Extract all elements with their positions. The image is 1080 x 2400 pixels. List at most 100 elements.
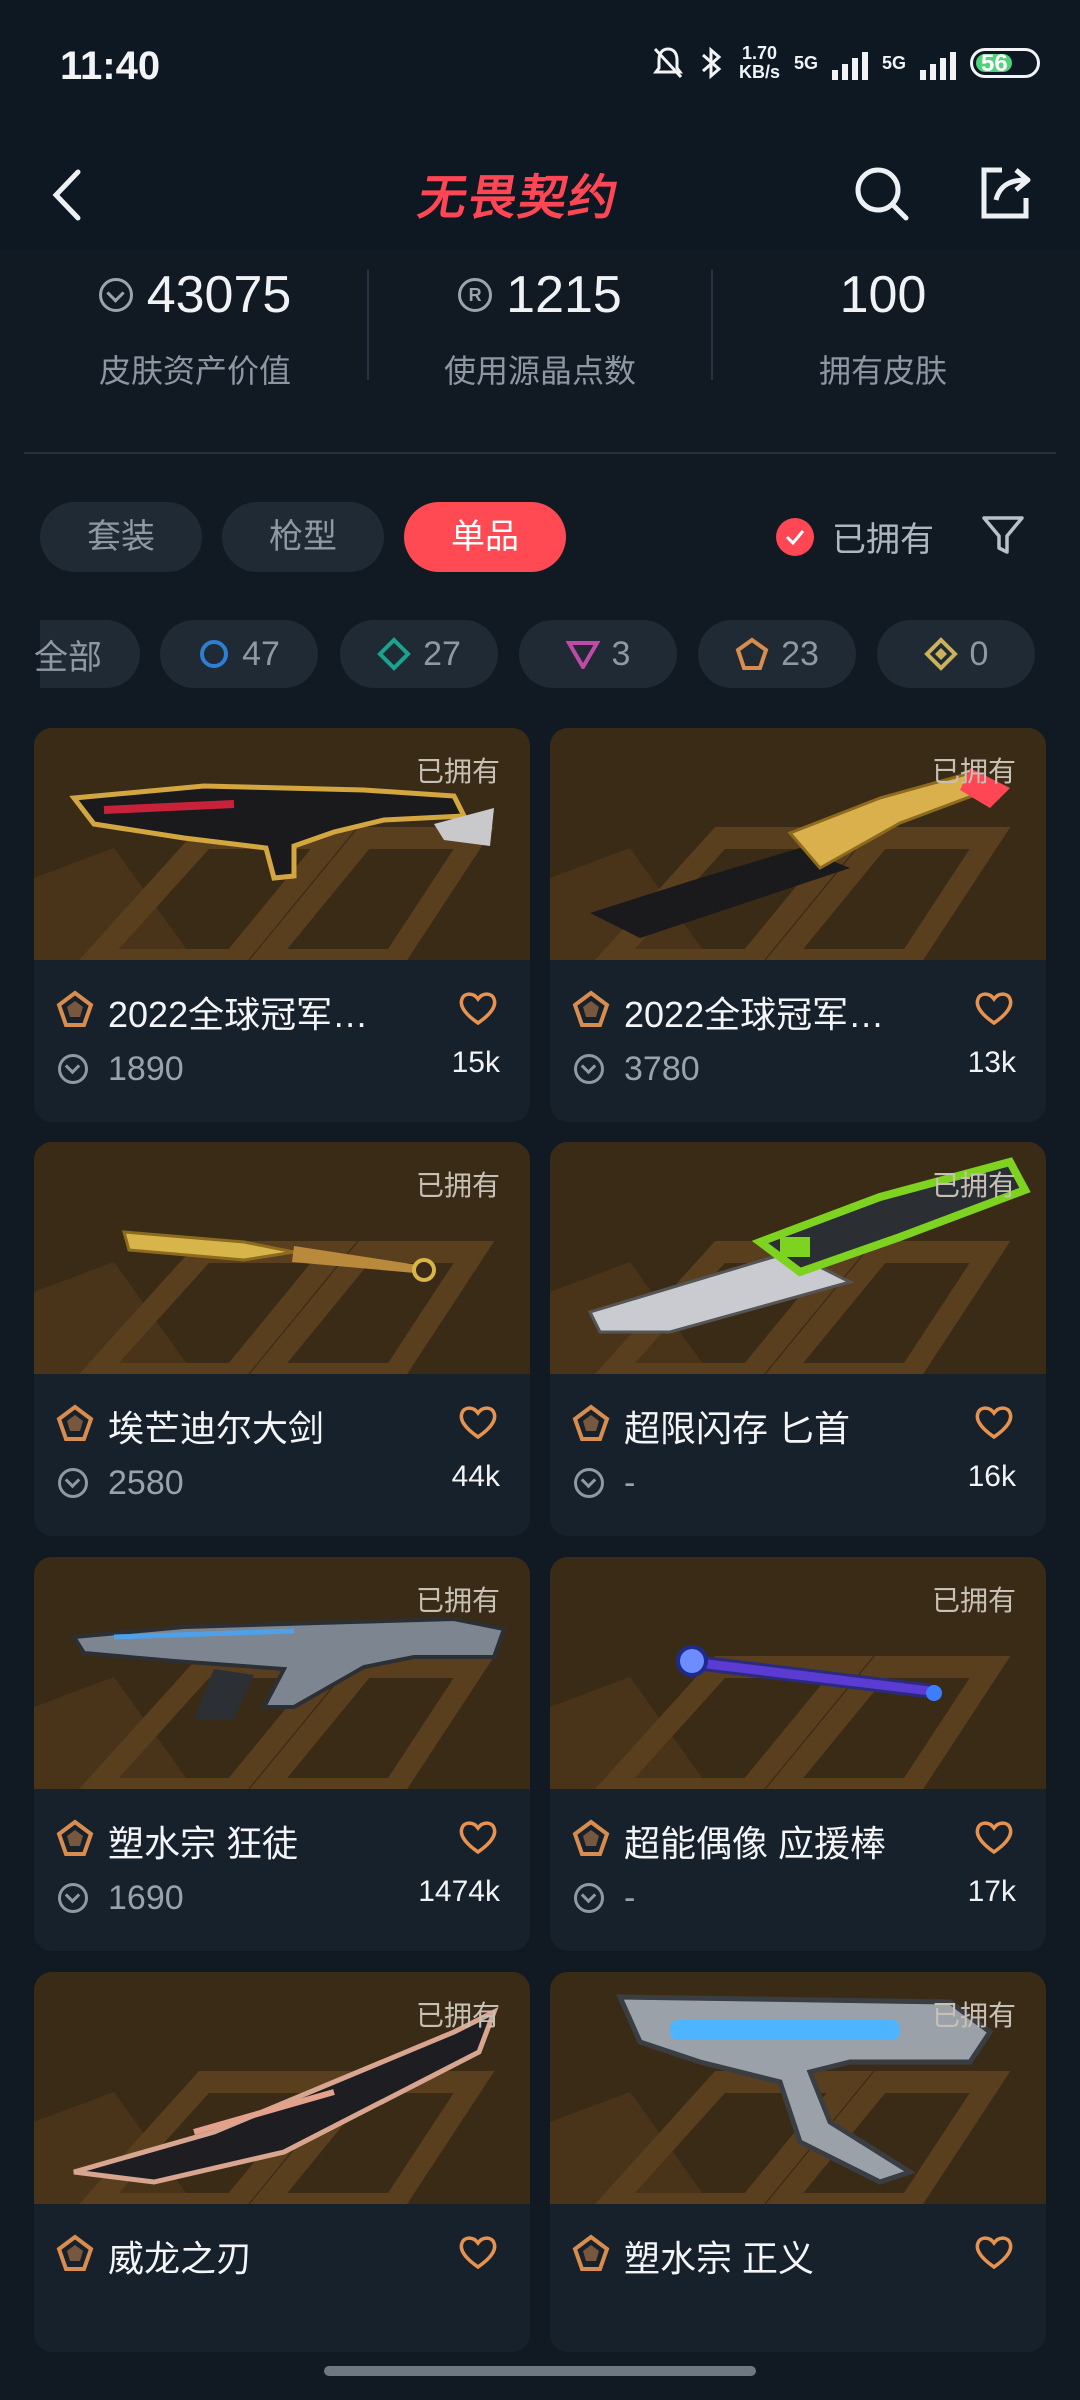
exclusive-tier-icon <box>56 1819 94 1856</box>
share-icon[interactable] <box>972 160 1038 226</box>
skin-name: 威龙之刃 <box>108 2238 253 2279</box>
stat-skin-value: 43075 皮肤资产价值 <box>98 266 292 389</box>
vp-icon <box>574 1883 604 1913</box>
status-icons: 1.70 KB/s 5G 5G 56 <box>651 44 1040 82</box>
skin-image[interactable]: 已拥有 <box>550 728 1046 960</box>
ultra-tier-icon <box>565 641 600 669</box>
skin-card[interactable]: 已拥有 塑水宗 正义 <box>550 1972 1046 2352</box>
skin-name: 塑水宗 正义 <box>624 2238 815 2279</box>
tier-chip-ultra[interactable]: 3 <box>519 620 677 688</box>
heart-icon[interactable] <box>974 1819 1014 1855</box>
like-count: 1474k <box>418 1875 500 1908</box>
skin-card[interactable]: 已拥有 威龙之刃 <box>34 1972 530 2352</box>
exclusive-tier-icon <box>572 2234 610 2271</box>
heart-icon[interactable] <box>458 2234 498 2270</box>
vp-icon <box>58 1054 88 1084</box>
premium-tier-icon <box>923 637 958 671</box>
owned-tag: 已拥有 <box>415 756 500 787</box>
owned-filter-toggle[interactable]: 已拥有 <box>776 512 934 561</box>
skin-price: 3780 <box>624 1050 700 1088</box>
owned-tag: 已拥有 <box>931 2000 1016 2031</box>
filter-icon[interactable] <box>980 512 1026 558</box>
stat-radianite-used: R 1215 使用源晶点数 <box>443 266 636 389</box>
signal-icon <box>831 46 868 80</box>
vp-icon <box>98 278 133 312</box>
skin-image[interactable]: 已拥有 <box>550 1142 1046 1374</box>
skin-price: - <box>624 1879 636 1917</box>
status-bar: 11:40 1.70 KB/s 5G 5G 56 <box>0 0 1080 140</box>
divider <box>24 452 1056 454</box>
search-icon[interactable] <box>850 162 914 226</box>
skin-name: 2022全球冠军… <box>108 994 369 1035</box>
vp-icon <box>574 1054 604 1084</box>
exclusive-tier-icon <box>572 990 610 1027</box>
exclusive-tier-icon <box>735 637 769 670</box>
skin-image[interactable]: 已拥有 <box>550 1972 1046 2204</box>
battery-icon: 56 <box>970 48 1040 78</box>
back-icon[interactable] <box>44 160 104 230</box>
tier-chip-deluxe[interactable]: 27 <box>340 620 498 688</box>
bluetooth-icon <box>701 46 722 80</box>
skin-name: 2022全球冠军… <box>624 994 885 1035</box>
skin-image[interactable]: 已拥有 <box>34 728 530 960</box>
tier-chip-all[interactable]: 全部 <box>34 620 140 688</box>
deluxe-tier-icon <box>377 637 411 671</box>
vp-icon <box>58 1468 88 1498</box>
like-count: 13k <box>967 1046 1016 1079</box>
skin-price: 1890 <box>108 1050 184 1088</box>
skin-card[interactable]: 已拥有 超能偶像 应援棒 - 17k <box>550 1557 1046 1951</box>
heart-icon[interactable] <box>458 1819 498 1855</box>
divider <box>367 270 369 380</box>
asset-stats: 43075 皮肤资产价值 R 1215 使用源晶点数 100 拥有皮肤 <box>0 250 1080 450</box>
skin-name: 埃芒迪尔大剑 <box>108 1408 325 1449</box>
checkbox-checked-icon[interactable] <box>776 517 814 556</box>
skin-image[interactable]: 已拥有 <box>550 1557 1046 1789</box>
signal-icon <box>920 46 956 80</box>
sim1-label: 5G <box>793 52 818 73</box>
vp-icon <box>574 1468 604 1498</box>
exclusive-tier-icon <box>56 2234 94 2271</box>
like-count: 16k <box>967 1460 1016 1493</box>
heart-icon[interactable] <box>974 990 1014 1026</box>
stat-owned-skins: 100 拥有皮肤 <box>818 266 947 389</box>
heart-icon[interactable] <box>974 1404 1014 1440</box>
clock: 11:40 <box>60 44 161 88</box>
owned-tag: 已拥有 <box>931 756 1016 787</box>
skin-price: 1690 <box>108 1879 184 1917</box>
net-speed: 1.70 KB/s <box>738 43 780 82</box>
tier-chip-exclusive[interactable]: 23 <box>698 620 856 688</box>
skin-card[interactable]: 已拥有 2022全球冠军… 3780 13k <box>550 728 1046 1122</box>
tier-chip-select[interactable]: 47 <box>160 620 318 688</box>
skin-image[interactable]: 已拥有 <box>34 1142 530 1374</box>
heart-icon[interactable] <box>458 990 498 1026</box>
sim2-label: 5G <box>881 52 906 73</box>
like-count: 17k <box>967 1875 1016 1908</box>
home-indicator[interactable] <box>324 2366 756 2376</box>
exclusive-tier-icon <box>572 1819 610 1856</box>
skin-name: 超限闪存 匕首 <box>624 1408 851 1449</box>
owned-tag: 已拥有 <box>415 1585 500 1616</box>
heart-icon[interactable] <box>458 1404 498 1440</box>
skin-card[interactable]: 已拥有 埃芒迪尔大剑 2580 44k <box>34 1142 530 1536</box>
heart-icon[interactable] <box>974 2234 1014 2270</box>
skin-image[interactable]: 已拥有 <box>34 1972 530 2204</box>
app-header: 无畏契约 <box>0 140 1080 250</box>
app-logo: 无畏契约 <box>414 172 624 225</box>
owned-tag: 已拥有 <box>931 1170 1016 1201</box>
exclusive-tier-icon <box>56 1404 94 1441</box>
like-count: 44k <box>451 1460 500 1493</box>
tab-weapon-type[interactable]: 枪型 <box>222 502 384 572</box>
exclusive-tier-icon <box>572 1404 610 1441</box>
tab-single-items[interactable]: 单品 <box>404 502 566 572</box>
tab-bundles[interactable]: 套装 <box>40 502 202 572</box>
skin-price: 2580 <box>108 1464 184 1502</box>
owned-tag: 已拥有 <box>931 1585 1016 1616</box>
skin-card[interactable]: 已拥有 2022全球冠军… 1890 15k <box>34 728 530 1122</box>
radianite-icon: R <box>458 278 493 312</box>
tier-chip-premium[interactable]: 0 <box>877 620 1035 688</box>
exclusive-tier-icon <box>56 990 94 1027</box>
skin-image[interactable]: 已拥有 <box>34 1557 530 1789</box>
skin-card[interactable]: 已拥有 超限闪存 匕首 - 16k <box>550 1142 1046 1536</box>
select-tier-icon <box>200 640 229 668</box>
skin-card[interactable]: 已拥有 塑水宗 狂徒 1690 1474k <box>34 1557 530 1951</box>
